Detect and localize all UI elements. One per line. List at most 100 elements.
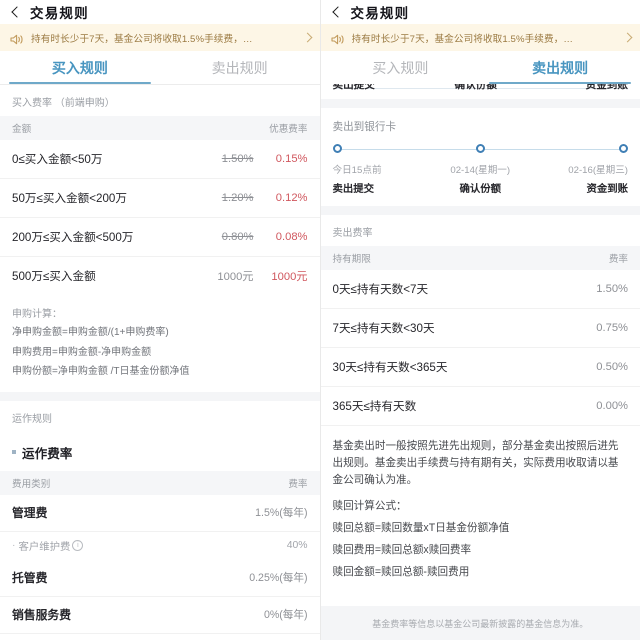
clipped-step: 卖出提交 — [332, 84, 375, 91]
chevron-left-icon[interactable] — [10, 7, 21, 18]
disclaimer-footer: 基金费率等信息以基金公司最新披露的基金信息为准。 — [320, 606, 640, 640]
chevron-right-icon[interactable] — [303, 33, 312, 42]
redemption-formula-title: 赎回计算公式： — [332, 500, 407, 513]
speaker-icon — [330, 32, 346, 45]
operating-table-header: 费用类别 费率 — [0, 470, 320, 495]
table-row: 0天≤持有天数<7天 1.50% — [320, 270, 640, 309]
purchase-calculation-block: 申购计算： 净申购金额=申购金额/(1+申购费率) 申购费用=申购金额-净申购金… — [0, 295, 320, 392]
buy-discount-rate: 0.12% — [275, 192, 308, 204]
notice-banner[interactable]: 持有时长少于7天，基金公司将收取1.5%手续费，… — [320, 24, 640, 51]
buy-original-rate: 1.20% — [221, 192, 254, 204]
buy-original-rate: 1.50% — [221, 153, 254, 165]
page-title: 交易规则 — [30, 6, 89, 21]
table-row: 销售服务费 0%(每年) — [0, 596, 320, 634]
buy-range: 200万≤买入金额<500万 — [12, 231, 134, 244]
timeline-step: 02-14(星期一) 确认份额 — [431, 162, 530, 195]
sell-term: 7天≤持有天数<30天 — [332, 322, 435, 335]
buy-range: 500万≤买入金额 — [12, 270, 96, 283]
operating-fee-heading: 运作费率 — [0, 431, 320, 471]
timeline-dot — [619, 144, 628, 153]
fee-value: 40% — [286, 540, 308, 551]
navbar: 交易规则 — [0, 0, 320, 24]
square-bullet-icon — [12, 450, 16, 454]
buy-discount-rate: 1000元 — [271, 271, 308, 283]
operating-section-label: 运作规则 — [0, 400, 320, 432]
timeline-title: 卖出到银行卡 — [332, 121, 397, 133]
sell-rate: 0.50% — [596, 361, 628, 373]
timeline-step-label: 确认份额 — [459, 184, 502, 195]
clipped-step: 资金到账 — [585, 84, 628, 91]
tab-buy-rules[interactable]: 买入规则 — [0, 51, 160, 84]
table-row: 管理费 1.5%(每年) — [0, 494, 320, 532]
timeline-track — [332, 144, 628, 155]
sell-rate: 1.50% — [596, 283, 628, 295]
sell-rule-paragraph: 基金卖出时一般按照先进先出规则，部分基金卖出按照后进先出规则。基金卖出手续费与持… — [332, 440, 619, 487]
timeline-dot — [332, 144, 342, 153]
info-icon[interactable]: i — [72, 540, 84, 551]
redemption-formula: 赎回费用=赎回总额x赎回费率 — [332, 544, 472, 557]
tab-buy-rules[interactable]: 买入规则 — [321, 51, 481, 84]
sell-col-rate: 费率 — [608, 254, 628, 265]
table-row: · 客户维护费 i 40% — [0, 531, 320, 560]
fee-value: 0%(每年) — [263, 609, 308, 621]
chevron-right-icon[interactable] — [623, 33, 632, 42]
buy-original-rate: 1000元 — [217, 271, 254, 283]
fee-value: 1.5%(每年) — [255, 507, 308, 519]
table-row: 30天≤持有天数<365天 0.50% — [320, 348, 640, 387]
timeline-date: 02-16(星期三) — [568, 165, 628, 176]
sell-rate: 0.00% — [596, 400, 628, 412]
sell-term: 30天≤持有天数<365天 — [332, 361, 448, 374]
dot-prefix-icon: · — [12, 540, 16, 551]
table-row: 50万≤买入金额<200万 1.20% 0.12% — [0, 179, 320, 218]
buy-col-amount: 金额 — [12, 124, 32, 135]
timeline-step: 02-16(星期三) 资金到账 — [530, 162, 628, 195]
buy-col-rate: 优惠费率 — [269, 124, 308, 135]
table-row: 200万≤买入金额<500万 0.80% 0.08% — [0, 218, 320, 257]
redemption-formula: 赎回总额=赎回数量xT日基金份额净值 — [332, 522, 510, 535]
chevron-left-icon[interactable] — [331, 7, 342, 18]
buy-rate-section-label: 买入费率 （前端申购） — [0, 85, 320, 116]
table-row: 500万≤买入金额 1000元 1000元 — [0, 257, 320, 295]
dual-screenshot-container: 交易规则 持有时长少于7天，基金公司将收取1.5%手续费，… 买入规则 卖出规则… — [0, 0, 640, 640]
tab-sell-rules[interactable]: 卖出规则 — [480, 51, 640, 84]
notice-text: 持有时长少于7天，基金公司将收取1.5%手续费，… — [31, 33, 253, 45]
clipped-timeline-row: 卖出提交 确认份额 资金到账 — [320, 84, 640, 99]
calc-formula: 申购费用=申购金额-净申购金额 — [12, 346, 152, 358]
sell-rate: 0.75% — [596, 322, 628, 334]
redemption-note-block: 基金卖出时一般按照先进先出规则，部分基金卖出按照后进先出规则。基金卖出手续费与持… — [320, 426, 640, 580]
timeline-date: 02-14(星期一) — [450, 165, 511, 176]
timeline-step-label: 卖出提交 — [332, 184, 375, 195]
sell-col-term: 持有期限 — [332, 254, 371, 265]
clipped-step: 确认份额 — [454, 84, 497, 91]
section-gap — [0, 391, 320, 401]
timeline-labels: 今日15点前 卖出提交 02-14(星期一) 确认份额 02-16(星期三) 资… — [333, 162, 629, 195]
section-gap — [320, 99, 640, 108]
fee-name: 管理费 — [12, 506, 48, 520]
speaker-icon — [10, 32, 25, 45]
tab-bar: 买入规则 卖出规则 — [0, 51, 320, 84]
calc-formula: 净申购金额=申购金额/(1+申购费率) — [12, 327, 169, 338]
timeline-dot — [475, 144, 485, 153]
timeline-date: 今日15点前 — [332, 165, 382, 176]
left-screen-buy-rules: 交易规则 持有时长少于7天，基金公司将收取1.5%手续费，… 买入规则 卖出规则… — [0, 0, 321, 640]
tab-sell-rules[interactable]: 卖出规则 — [160, 51, 320, 84]
sell-to-bank-timeline: 卖出到银行卡 今日15点前 卖出提交 02-14(星期一) 确认份额 02-16… — [320, 108, 640, 206]
buy-table-header: 金额 优惠费率 — [0, 116, 320, 140]
section-gap — [320, 206, 640, 215]
sell-term: 365天≤持有天数 — [332, 400, 417, 413]
operating-fee-heading-text: 运作费率 — [22, 446, 73, 461]
page-title: 交易规则 — [350, 6, 410, 21]
buy-original-rate: 0.80% — [221, 231, 254, 243]
buy-discount-rate: 0.15% — [275, 153, 308, 165]
table-row: 7天≤持有天数<30天 0.75% — [320, 309, 640, 348]
timeline-step: 今日15点前 卖出提交 — [333, 162, 432, 195]
notice-banner[interactable]: 持有时长少于7天，基金公司将收取1.5%手续费，… — [0, 24, 320, 51]
calc-formula: 申购份额=净申购金额 /T日基金份额净值 — [12, 366, 190, 377]
timeline-step-label: 资金到账 — [586, 184, 628, 195]
fee-value: 0.25%(每年) — [249, 572, 308, 584]
fee-name: 托管费 — [12, 571, 48, 585]
operating-col-type: 费用类别 — [12, 478, 51, 490]
fee-name-sub: · 客户维护费 i — [12, 538, 84, 553]
buy-discount-rate: 0.08% — [275, 231, 308, 243]
fee-name-sub-text: 客户维护费 — [18, 542, 71, 553]
